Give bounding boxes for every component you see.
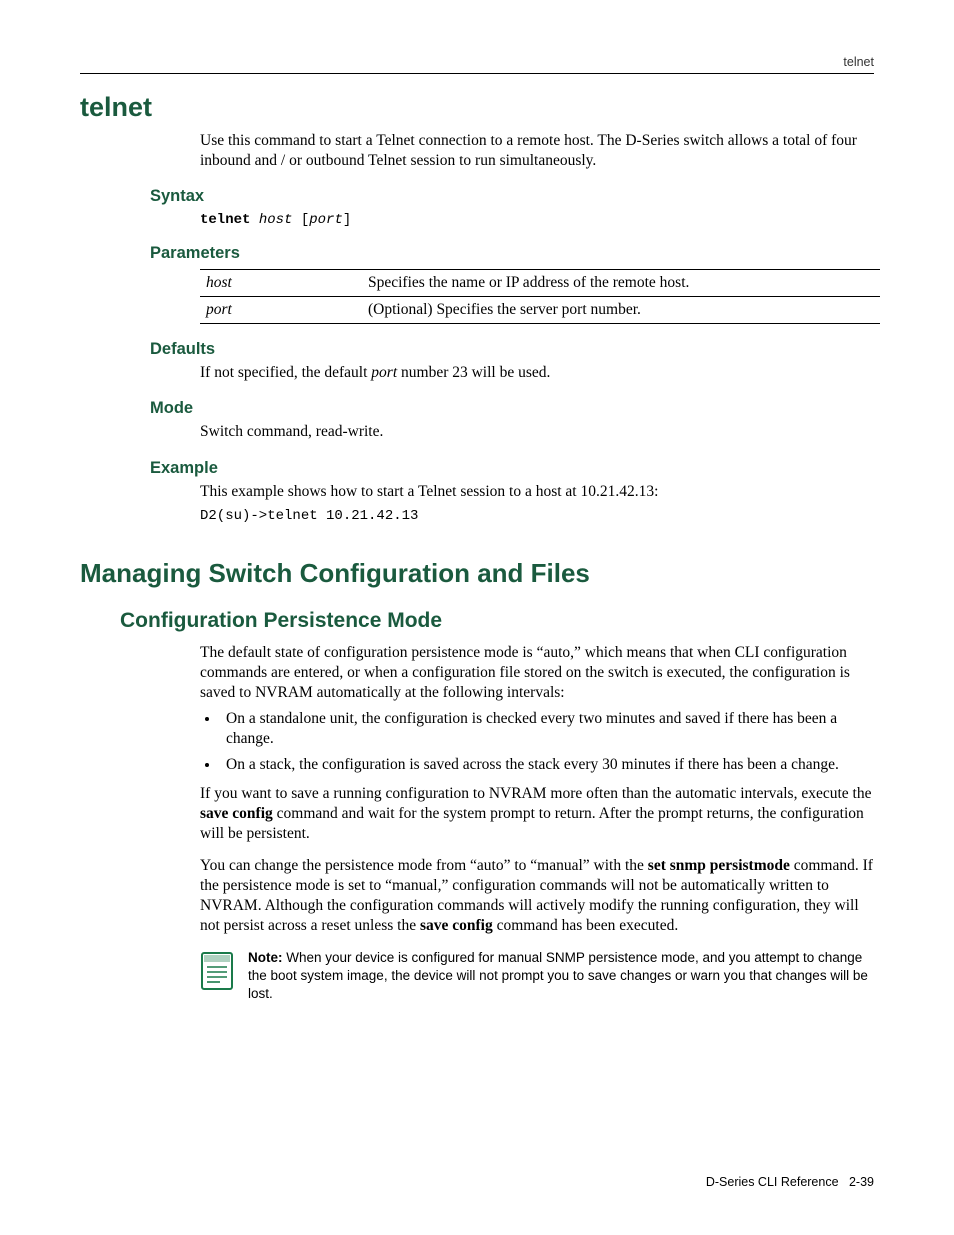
- section-heading: Managing Switch Configuration and Files: [80, 558, 874, 589]
- intro-text: Use this command to start a Telnet conne…: [200, 131, 874, 171]
- section2-bullets: On a standalone unit, the configuration …: [200, 709, 874, 775]
- syntax-keyword: telnet: [200, 212, 250, 228]
- syntax-arg-host: host: [259, 212, 293, 228]
- section2-p2: If you want to save a running configurat…: [200, 784, 874, 844]
- list-item: On a stack, the configuration is saved a…: [220, 755, 874, 775]
- note-text: Note: When your device is configured for…: [248, 949, 874, 1004]
- footer-page: 2-39: [849, 1175, 874, 1189]
- note-box: Note: When your device is configured for…: [200, 949, 874, 1004]
- subsection-heading: Configuration Persistence Mode: [120, 609, 874, 633]
- section2-p1: The default state of configuration persi…: [200, 643, 874, 703]
- page-header: telnet: [80, 55, 874, 73]
- param-desc: (Optional) Specifies the server port num…: [362, 297, 880, 324]
- param-name: port: [200, 297, 362, 324]
- page-footer: D-Series CLI Reference 2-39: [706, 1175, 874, 1189]
- header-rule: [80, 73, 874, 74]
- table-row: port (Optional) Specifies the server por…: [200, 297, 880, 324]
- syntax-bracket-open: [: [292, 212, 309, 228]
- syntax-heading: Syntax: [150, 187, 874, 206]
- example-text: This example shows how to start a Telnet…: [200, 482, 874, 502]
- param-desc: Specifies the name or IP address of the …: [362, 270, 880, 297]
- command-title: telnet: [80, 92, 874, 123]
- section2-p3: You can change the persistence mode from…: [200, 856, 874, 937]
- table-row: host Specifies the name or IP address of…: [200, 270, 880, 297]
- example-heading: Example: [150, 459, 874, 478]
- defaults-text: If not specified, the default port numbe…: [200, 363, 874, 383]
- mode-heading: Mode: [150, 399, 874, 418]
- note-icon: [200, 951, 234, 991]
- syntax-bracket-close: ]: [343, 212, 351, 228]
- example-code: D2(su)->telnet 10.21.42.13: [200, 508, 874, 524]
- mode-text: Switch command, read‑write.: [200, 422, 874, 442]
- syntax-code: telnet host [port]: [200, 212, 874, 228]
- defaults-heading: Defaults: [150, 340, 874, 359]
- footer-book: D-Series CLI Reference: [706, 1175, 839, 1189]
- list-item: On a standalone unit, the configuration …: [220, 709, 874, 749]
- parameters-heading: Parameters: [150, 244, 874, 263]
- parameters-table: host Specifies the name or IP address of…: [200, 269, 880, 324]
- param-name: host: [200, 270, 362, 297]
- syntax-arg-port: port: [309, 212, 343, 228]
